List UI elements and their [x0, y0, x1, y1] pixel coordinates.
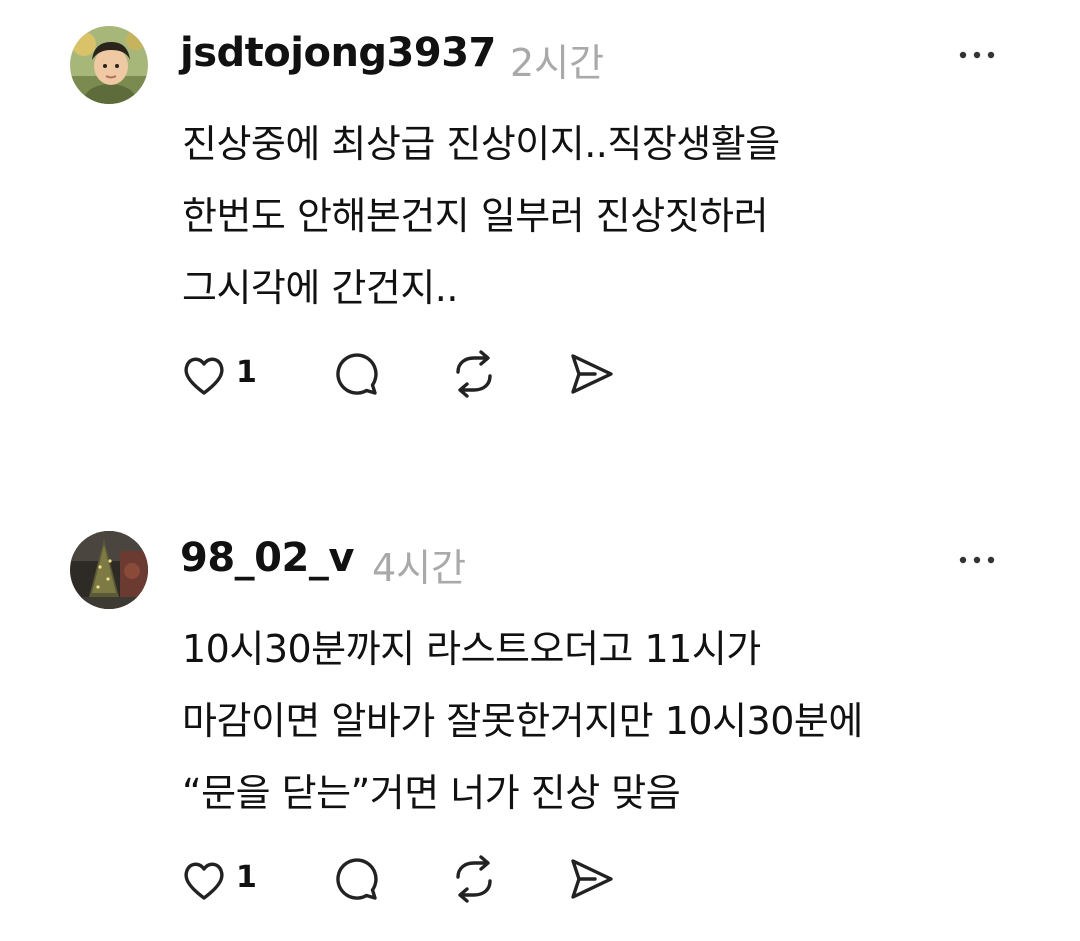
reply-text-line: 마감이면 알바가 잘못한거지만 10시30분에: [182, 699, 863, 743]
reply-text: 10시30분까지 라스트오더고 11시가 마감이면 알바가 잘못한거지만 10시…: [182, 613, 1042, 829]
repost-button[interactable]: [448, 348, 504, 404]
more-options-icon[interactable]: [953, 40, 1001, 70]
send-icon: [571, 859, 613, 899]
reply-text-line: 진상중에 최상급 진상이지..직장생활을: [182, 122, 780, 166]
reply-text-line: 그시각에 간건지..: [182, 266, 458, 310]
reply-text: 진상중에 최상급 진상이지..직장생활을 한번도 안해본건지 일부러 진상짓하러…: [182, 108, 1042, 324]
avatar-child-photo-icon: [70, 26, 148, 104]
reply-text-line: 10시30분까지 라스트오더고 11시가: [182, 627, 761, 671]
share-button[interactable]: [565, 348, 621, 404]
timestamp: 4시간: [372, 546, 467, 590]
repost-button[interactable]: [448, 853, 504, 909]
user-avatar[interactable]: [70, 26, 148, 104]
repost-icon: [456, 855, 492, 903]
repost-icon: [456, 350, 492, 398]
more-options-icon[interactable]: [953, 545, 1001, 575]
username[interactable]: jsdtojong3937: [180, 30, 496, 76]
share-button[interactable]: [565, 853, 621, 909]
comment-bubble-icon: [336, 353, 378, 395]
reply-text-line: 한번도 안해본건지 일부러 진상짓하러: [182, 194, 769, 238]
thread-reply-2: 98_02_v 4시간 10시30분까지 라스트오더고 11시가 마감이면 알바…: [0, 505, 1080, 941]
reply-text-line: “문을 닫는”거면 너가 진상 맞음: [182, 771, 681, 815]
heart-icon: [184, 357, 224, 395]
action-bar: 1: [180, 853, 640, 909]
send-icon: [571, 354, 613, 394]
comment-button[interactable]: [330, 853, 386, 909]
like-button[interactable]: 1: [180, 348, 290, 404]
comment-bubble-icon: [336, 858, 378, 900]
like-count: 1: [236, 860, 257, 895]
heart-icon: [184, 862, 224, 900]
avatar-christmas-tree-photo-icon: [70, 531, 148, 609]
thread-reply-1: jsdtojong3937 2시간 진상중에 최상급 진상이지..직장생활을 한…: [0, 0, 1080, 470]
like-count: 1: [236, 355, 257, 390]
like-button[interactable]: 1: [180, 853, 290, 909]
comment-button[interactable]: [330, 348, 386, 404]
timestamp: 2시간: [510, 41, 605, 85]
action-bar: 1: [180, 348, 640, 404]
username[interactable]: 98_02_v: [180, 535, 354, 581]
user-avatar[interactable]: [70, 531, 148, 609]
